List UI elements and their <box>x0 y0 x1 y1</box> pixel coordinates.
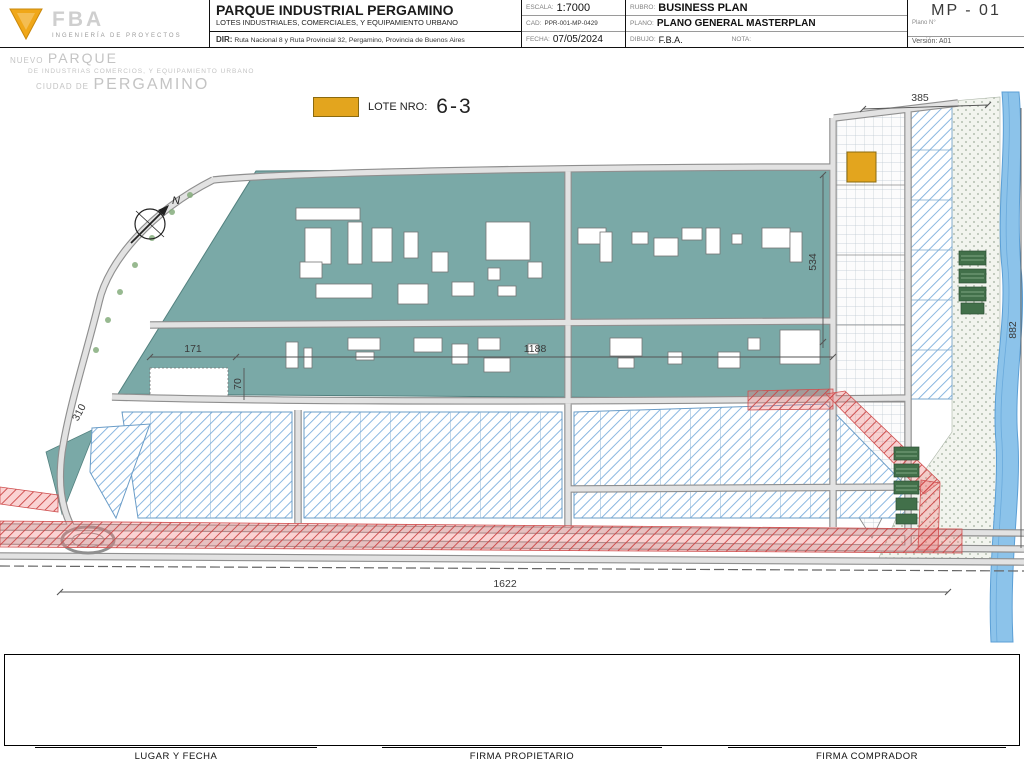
project-watermark: NUEVO PARQUE DE INDUSTRIAS COMERCIOS, Y … <box>10 50 254 94</box>
meta-cell: ESCALA: 1:7000 CAD: PPR-001-MP-0429 FECH… <box>522 0 626 47</box>
signature-field-firma-propietario: FIRMA PROPIETARIO <box>382 747 662 762</box>
signature-label: FIRMA PROPIETARIO <box>382 751 662 762</box>
nota-label: NOTA: <box>732 36 751 43</box>
dibujo-nota-row: DIBUJO: F.B.A. NOTA: <box>626 32 907 47</box>
dir-label: DIR: <box>216 35 232 44</box>
logo-name: FBA <box>52 9 182 30</box>
version-value: A01 <box>939 38 951 45</box>
plano-nro-label: Plano N° <box>908 20 1024 26</box>
logo-tagline: INGENIERÍA DE PROYECTOS <box>52 33 182 39</box>
masterplan-drawing: N 385 534 882 310 171 70 1188 1622 <box>0 0 1024 768</box>
dimension-1622: 1622 <box>493 578 517 590</box>
title-block: FBA INGENIERÍA DE PROYECTOS PARQUE INDUS… <box>0 0 1024 48</box>
dibujo-label: DIBUJO: <box>630 36 656 43</box>
signature-line <box>35 747 317 748</box>
lot-color-swatch <box>313 97 359 117</box>
signature-line <box>382 747 662 748</box>
company-logo: FBA INGENIERÍA DE PROYECTOS <box>0 0 210 47</box>
project-address: DIR: Ruta Nacional 8 y Ruta Provincial 3… <box>210 31 521 47</box>
signature-label: FIRMA COMPRADOR <box>728 751 1006 762</box>
watermark-ciudad-de: CIUDAD DE <box>36 82 89 91</box>
escala-label: ESCALA: <box>526 4 553 11</box>
project-title-cell: PARQUE INDUSTRIAL PERGAMINO LOTES INDUST… <box>210 0 522 47</box>
escala-value: 1:7000 <box>556 2 590 14</box>
north-arrow-icon: N <box>131 195 180 243</box>
commercial-lot-blocks <box>90 404 908 518</box>
dimension-882: 882 <box>1007 321 1019 339</box>
fecha-label: FECHA: <box>526 36 550 43</box>
highlighted-lot-6-3 <box>847 152 876 182</box>
cad-row: CAD: PPR-001-MP-0429 <box>522 16 625 32</box>
watermark-line2: DE INDUSTRIAS COMERCIOS, Y EQUIPAMIENTO … <box>28 68 254 75</box>
dimension-385: 385 <box>911 92 929 104</box>
dimension-70: 70 <box>232 378 244 390</box>
signature-box <box>4 654 1020 746</box>
watermark-pergamino: PERGAMINO <box>93 76 209 93</box>
signature-field-lugar-y-fecha: LUGAR Y FECHA <box>35 747 317 762</box>
watermark-line1: NUEVO PARQUE <box>10 50 254 68</box>
watermark-line3: CIUDAD DE PERGAMINO <box>36 76 254 94</box>
cad-label: CAD: <box>526 20 542 27</box>
rubro-row: RUBRO: BUSINESS PLAN <box>626 0 907 16</box>
watermark-nuevo: NUEVO <box>10 56 43 65</box>
plano-label: PLANO: <box>630 20 654 27</box>
dir-value: Ruta Nacional 8 y Ruta Provincial 32, Pe… <box>234 37 464 44</box>
dimension-1188: 1188 <box>524 343 547 355</box>
project-subtitle: LOTES INDUSTRIALES, COMERCIALES, Y EQUIP… <box>210 18 521 29</box>
cad-value: PPR-001-MP-0429 <box>545 20 598 27</box>
sheet-version: Versión: A01 <box>908 36 1024 47</box>
fba-logo-icon <box>8 7 44 41</box>
rubro-label: RUBRO: <box>630 4 655 11</box>
escala-row: ESCALA: 1:7000 <box>522 0 625 16</box>
fecha-value: 07/05/2024 <box>553 34 603 45</box>
rubro-value: BUSINESS PLAN <box>658 2 747 14</box>
signature-label: LUGAR Y FECHA <box>35 751 317 762</box>
version-label: Versión: <box>912 38 937 45</box>
project-title: PARQUE INDUSTRIAL PERGAMINO <box>210 0 521 18</box>
dimension-534: 534 <box>807 253 819 271</box>
plano-row: PLANO: PLANO GENERAL MASTERPLAN <box>626 16 907 32</box>
lot-legend-label: LOTE NRO: <box>368 101 427 113</box>
watermark-parque: PARQUE <box>48 50 118 66</box>
sheet-code: MP - 01 <box>908 0 1024 20</box>
signature-line <box>728 747 1006 748</box>
signature-field-firma-comprador: FIRMA COMPRADOR <box>728 747 1006 762</box>
dimension-171: 171 <box>184 343 202 355</box>
masterplan-sheet: N 385 534 882 310 171 70 1188 1622 <box>0 0 1024 768</box>
plano-cell: RUBRO: BUSINESS PLAN PLANO: PLANO GENERA… <box>626 0 908 47</box>
sheet-number-cell: MP - 01 Plano N° Versión: A01 <box>908 0 1024 47</box>
dibujo-value: F.B.A. <box>659 35 683 45</box>
north-label: N <box>172 195 180 207</box>
lot-legend: LOTE NRO: 6-3 <box>313 95 473 119</box>
plano-value: PLANO GENERAL MASTERPLAN <box>657 18 816 29</box>
fecha-row: FECHA: 07/05/2024 <box>522 32 625 47</box>
lot-legend-value: 6-3 <box>436 95 472 119</box>
